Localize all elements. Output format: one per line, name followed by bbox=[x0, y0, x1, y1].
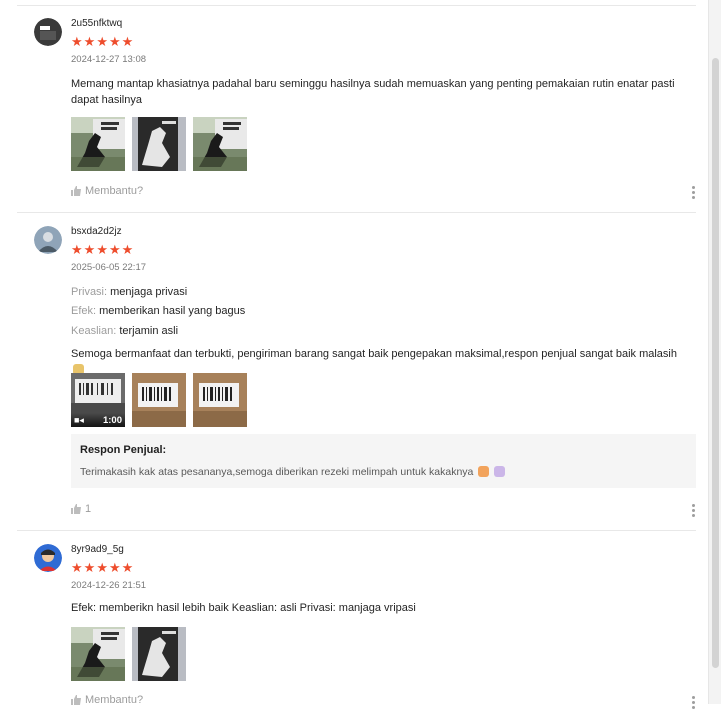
review-item: bsxda2d2jz ★ ★ ★ ★ ★ 2025-06-05 22:17 Privas… bbox=[17, 214, 696, 531]
star-rating: ★ ★ ★ ★ ★ bbox=[71, 35, 133, 48]
avatar[interactable] bbox=[34, 544, 62, 572]
review-divider bbox=[17, 212, 696, 213]
pray-emoji-icon bbox=[494, 466, 506, 477]
more-vertical-icon[interactable] bbox=[690, 696, 696, 709]
review-photo[interactable] bbox=[71, 117, 125, 171]
star-icon: ★ bbox=[121, 560, 134, 575]
star-icon: ★ bbox=[83, 560, 96, 575]
video-badge: ■◂ 1:00 bbox=[71, 413, 125, 427]
star-icon: ★ bbox=[71, 242, 83, 257]
reviewer-username: bsxda2d2jz bbox=[71, 226, 122, 237]
reviewer-username: 8yr9ad9_5g bbox=[71, 544, 124, 555]
star-icon: ★ bbox=[108, 34, 121, 49]
review-video[interactable]: ■◂ 1:00 bbox=[71, 373, 125, 427]
review-datetime: 2024-12-27 13:08 bbox=[71, 54, 147, 65]
star-icon: ★ bbox=[71, 34, 83, 49]
star-icon: ★ bbox=[108, 242, 121, 257]
review-comment: Efek: memberikn hasil lebih baik Keaslia… bbox=[71, 602, 416, 614]
review-comment: Memang mantap khasiatnya padahal baru se… bbox=[71, 78, 675, 106]
review-media bbox=[71, 627, 186, 681]
attribute-efek: Efek: memberikan hasil yang bagus bbox=[71, 305, 246, 317]
attribute-privasi: Privasi: menjaga privasi bbox=[71, 286, 188, 298]
review-item: 8yr9ad9_5g ★ ★ ★ ★ ★ 2024-12-26 21:51 Efek: … bbox=[17, 532, 696, 712]
review-photo[interactable] bbox=[193, 117, 247, 171]
more-vertical-icon[interactable] bbox=[690, 186, 696, 199]
star-icon: ★ bbox=[83, 242, 96, 257]
helpful-label: Membantu? bbox=[85, 694, 144, 706]
review-photo[interactable] bbox=[132, 373, 186, 427]
star-rating: ★ ★ ★ ★ ★ bbox=[71, 561, 133, 574]
scrollbar-thumb[interactable] bbox=[712, 58, 719, 668]
star-icon: ★ bbox=[96, 560, 108, 575]
helpful-button[interactable]: Membantu? bbox=[71, 694, 143, 706]
attribute-keaslian: Keaslian: terjamin asli bbox=[71, 325, 179, 337]
helpful-button[interactable]: Membantu? bbox=[71, 185, 143, 197]
review-photo[interactable] bbox=[71, 627, 125, 681]
review-photo[interactable] bbox=[132, 117, 186, 171]
more-vertical-icon[interactable] bbox=[690, 504, 696, 517]
heart-hands-emoji-icon bbox=[478, 466, 490, 477]
review-media bbox=[71, 117, 247, 171]
thumbs-up-icon bbox=[71, 504, 81, 514]
video-camera-icon: ■◂ bbox=[74, 414, 84, 425]
star-icon: ★ bbox=[108, 560, 121, 575]
helpful-label: Membantu? bbox=[85, 185, 144, 197]
review-photo[interactable] bbox=[132, 627, 186, 681]
star-icon: ★ bbox=[121, 242, 134, 257]
reviewer-username: 2u55nfktwq bbox=[71, 18, 123, 29]
star-icon: ★ bbox=[71, 560, 83, 575]
thumbs-up-icon bbox=[71, 186, 81, 196]
helpful-count: 1 bbox=[85, 503, 92, 515]
avatar[interactable] bbox=[34, 226, 62, 254]
review-item: 2u55nfktwq ★ ★ ★ ★ ★ 2024-12-27 13:08 Memang… bbox=[17, 6, 696, 213]
star-icon: ★ bbox=[96, 34, 108, 49]
star-icon: ★ bbox=[96, 242, 108, 257]
star-icon: ★ bbox=[121, 34, 134, 49]
review-datetime: 2024-12-26 21:51 bbox=[71, 580, 147, 591]
avatar[interactable] bbox=[34, 18, 62, 46]
video-duration: 1:00 bbox=[102, 414, 122, 426]
seller-reply-text: Terimakasih kak atas pesananya,semoga di… bbox=[80, 466, 687, 478]
star-icon: ★ bbox=[83, 34, 96, 49]
helpful-button[interactable]: 1 bbox=[71, 503, 91, 515]
review-photo[interactable] bbox=[193, 373, 247, 427]
review-media: ■◂ 1:00 bbox=[71, 373, 247, 427]
seller-reply-title: Respon Penjual: bbox=[80, 444, 167, 456]
seller-reply: Respon Penjual: Terimakasih kak atas pes… bbox=[71, 434, 696, 488]
star-rating: ★ ★ ★ ★ ★ bbox=[71, 243, 133, 256]
review-datetime: 2025-06-05 22:17 bbox=[71, 262, 147, 273]
review-divider bbox=[17, 530, 696, 531]
